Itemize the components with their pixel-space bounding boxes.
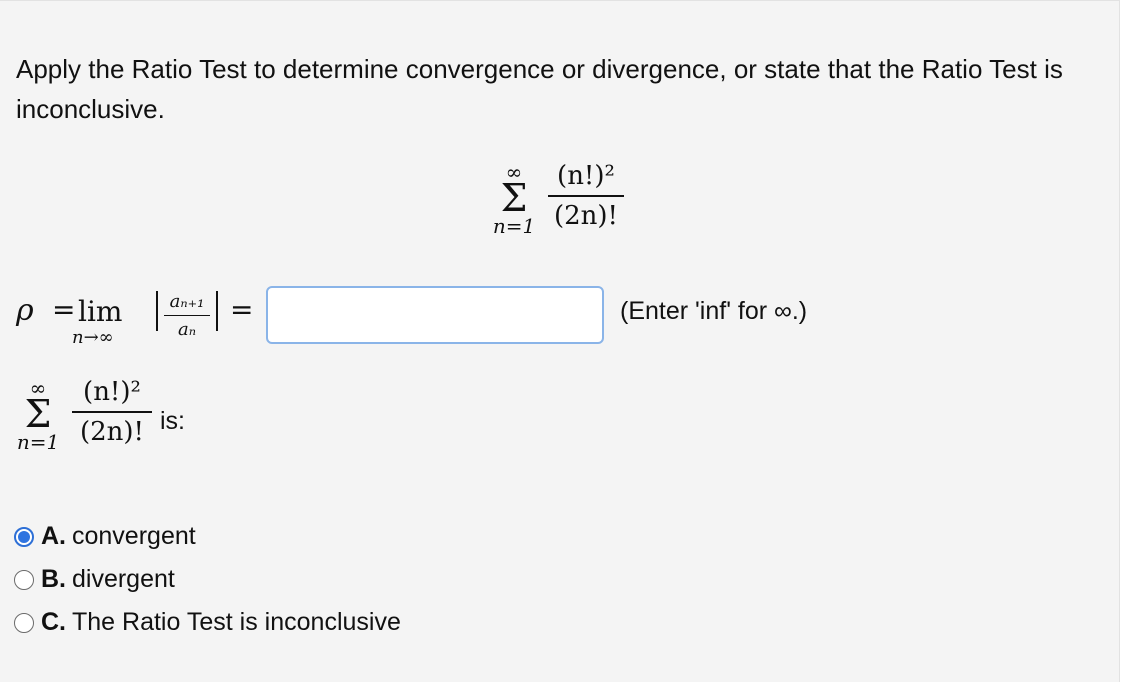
option-label: The Ratio Test is inconclusive — [72, 608, 401, 636]
equals-sign-2: = — [230, 293, 254, 326]
ratio-fraction: aₙ₊₁ aₙ — [164, 291, 210, 340]
answer-options: A. convergent B. divergent C. The Ratio … — [14, 515, 401, 644]
radio-unselected-icon[interactable] — [14, 569, 34, 590]
option-label: divergent — [72, 565, 175, 593]
sigma-expression: ∞ Σ n=1 — [484, 162, 544, 238]
equals-sign: = — [52, 293, 76, 326]
limit-operator: lim — [78, 295, 123, 328]
sigma-lower-limit: n=1 — [492, 214, 536, 238]
ratio-denominator: aₙ — [177, 319, 197, 341]
series-fraction-2: (n!)² (2n)! — [72, 377, 152, 447]
question-text: Apply the Ratio Test to determine conver… — [16, 54, 1063, 124]
radio-unselected-icon[interactable] — [14, 612, 34, 633]
option-letter: C. — [41, 608, 66, 636]
option-convergent[interactable]: A. convergent — [14, 515, 401, 558]
fraction-bar — [548, 195, 624, 197]
rho-symbol: ρ — [16, 293, 34, 328]
series-denominator-2: (2n)! — [79, 416, 145, 447]
option-letter: A. — [41, 522, 66, 550]
series-fraction: (n!)² (2n)! — [548, 161, 624, 231]
series-is-label: is: — [160, 407, 185, 435]
question-panel: Apply the Ratio Test to determine conver… — [0, 0, 1120, 682]
abs-bar-left — [156, 291, 158, 331]
option-divergent[interactable]: B. divergent — [14, 558, 401, 601]
ratio-fraction-bar — [164, 315, 210, 317]
option-label: convergent — [72, 522, 196, 550]
option-inconclusive[interactable]: C. The Ratio Test is inconclusive — [14, 601, 401, 644]
abs-bar-right — [216, 291, 218, 331]
series-numerator: (n!)² — [557, 161, 615, 191]
rho-answer-input[interactable] — [266, 286, 604, 344]
fraction-bar-2 — [72, 411, 152, 413]
limit-subscript: n→∞ — [72, 327, 114, 348]
radio-selected-icon[interactable] — [14, 526, 34, 547]
input-hint: (Enter 'inf' for ∞.) — [620, 297, 808, 325]
sigma-symbol-2: Σ — [24, 392, 52, 436]
sigma-symbol: Σ — [500, 176, 528, 220]
ratio-numerator: aₙ₊₁ — [169, 291, 205, 312]
option-letter: B. — [41, 565, 66, 593]
sigma-expression-2: ∞ Σ n=1 — [8, 378, 68, 454]
series-denominator: (2n)! — [553, 200, 619, 231]
sigma-lower-limit-2: n=1 — [16, 430, 60, 454]
series-numerator-2: (n!)² — [83, 377, 141, 407]
